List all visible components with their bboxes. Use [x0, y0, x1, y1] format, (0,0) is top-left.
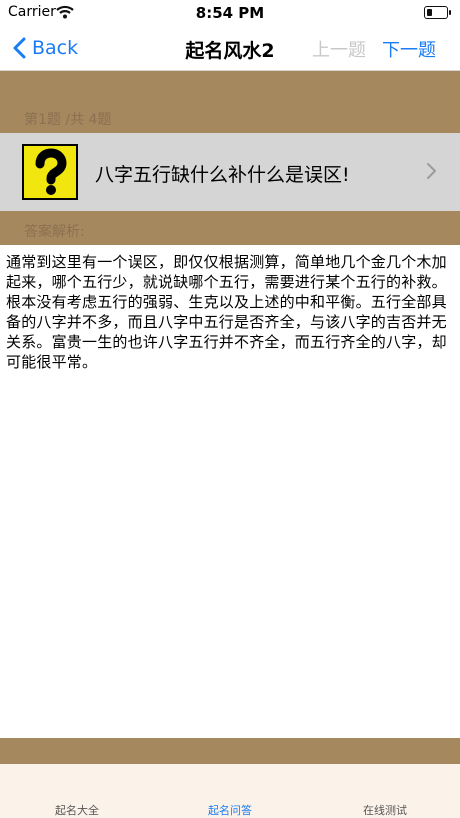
question-mark-icon: [22, 144, 78, 200]
status-bar: Carrier 8:54 PM: [0, 0, 460, 26]
navigation-bar: Back 起名风水2 上一题 下一题: [0, 26, 460, 71]
tab-naming-encyclopedia[interactable]: 起名大全: [22, 802, 132, 818]
tab-online-test[interactable]: 在线测试: [330, 802, 440, 818]
question-text: 八字五行缺什么补什么是误区!: [95, 164, 350, 186]
battery-icon: [424, 6, 451, 19]
next-question-button[interactable]: 下一题: [382, 36, 436, 62]
status-time: 8:54 PM: [195, 4, 265, 22]
answer-label: 答案解析:: [24, 224, 85, 240]
tab-naming-qa[interactable]: 起名问答: [175, 802, 285, 818]
question-row[interactable]: 八字五行缺什么补什么是误区!: [0, 133, 460, 211]
previous-question-button[interactable]: 上一题: [312, 36, 366, 62]
chevron-right-icon: [427, 163, 436, 179]
bottom-divider: [0, 738, 460, 764]
tab-bar: 起名大全 起名问答 在线测试: [0, 764, 460, 818]
answer-text: 通常到这里有一个误区，即仅仅根据测算，简单地几个金几个木加起来，哪个五行少，就说…: [6, 253, 447, 371]
question-counter: 第1题 /共 4题: [24, 112, 112, 128]
